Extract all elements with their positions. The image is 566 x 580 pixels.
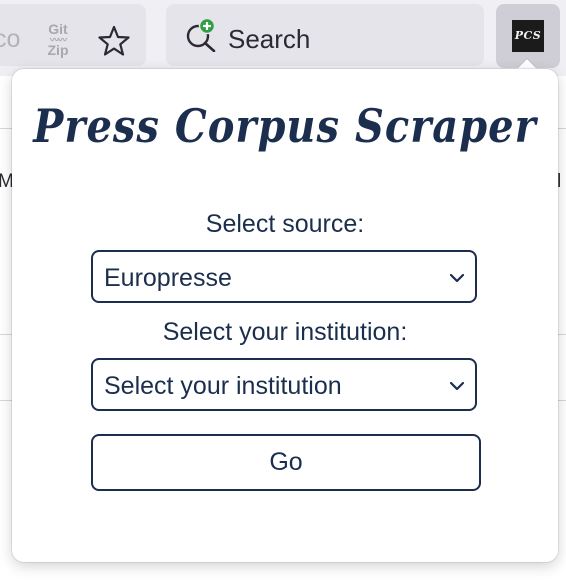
- search-add-icon: [186, 18, 216, 52]
- popup-title: Press Corpus Scraper: [33, 99, 537, 154]
- search-label: Search: [228, 24, 311, 54]
- browser-toolbar: co Git 〰〰 Zip Search PCS: [0, 0, 566, 76]
- bookmark-star-icon[interactable]: [97, 24, 131, 58]
- source-select-value: Europresse: [104, 264, 232, 292]
- gitzip-icon[interactable]: Git 〰〰 Zip: [41, 22, 75, 58]
- pcs-extension-button[interactable]: PCS: [496, 4, 560, 68]
- extension-popup: Press Corpus Scraper Select source: Euro…: [12, 69, 558, 562]
- go-button[interactable]: Go: [91, 434, 481, 491]
- gitzip-icon-line2: Zip: [47, 42, 69, 58]
- institution-label: Select your institution:: [162, 318, 408, 346]
- pcs-extension-icon: PCS: [512, 20, 544, 52]
- search-box[interactable]: Search: [166, 4, 484, 66]
- chevron-down-icon: [449, 273, 465, 283]
- source-label: Select source:: [205, 210, 365, 238]
- institution-select[interactable]: Select your institution: [91, 358, 477, 411]
- address-bar-fragment[interactable]: co Git 〰〰 Zip: [0, 4, 146, 66]
- chevron-down-icon: [449, 381, 465, 391]
- source-select[interactable]: Europresse: [91, 250, 477, 303]
- address-bar-text: co: [0, 25, 21, 53]
- institution-select-value: Select your institution: [104, 372, 342, 400]
